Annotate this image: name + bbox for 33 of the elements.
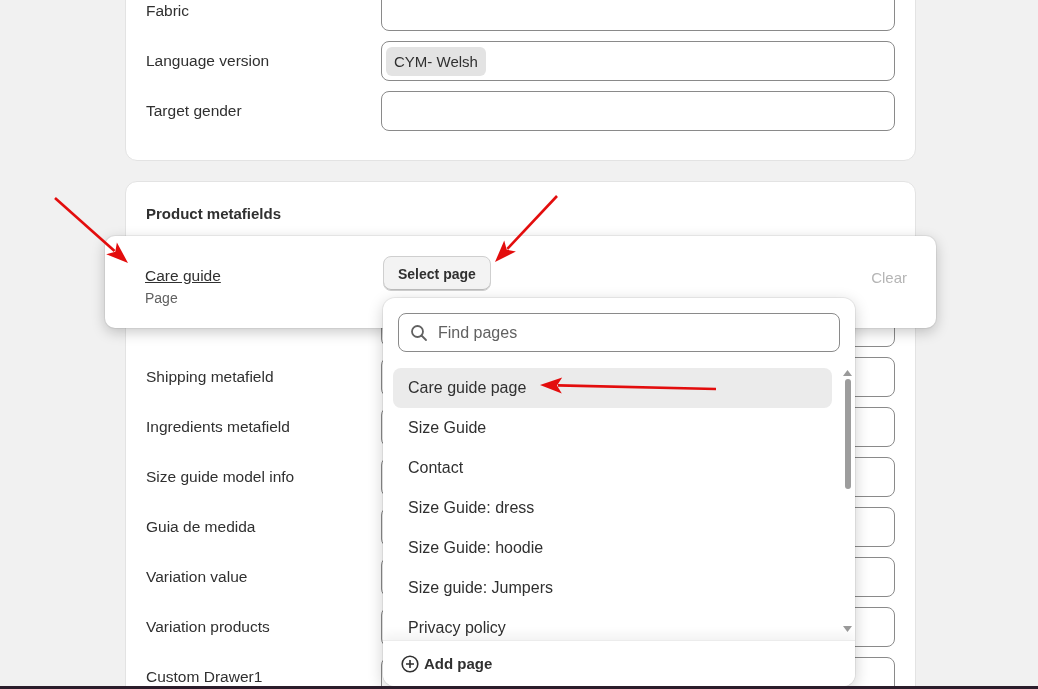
search-icon <box>410 324 428 342</box>
field-label: Language version <box>146 52 271 70</box>
field-label: Custom Drawer1 <box>146 668 264 686</box>
page-option[interactable]: Size Guide <box>393 408 832 448</box>
add-page-button[interactable]: Add page <box>401 654 493 673</box>
input-field[interactable] <box>381 91 895 131</box>
metafield-link[interactable]: Care guide <box>145 266 221 286</box>
input-field[interactable]: CYM- Welsh <box>381 41 895 81</box>
scrollbar[interactable] <box>843 370 852 632</box>
annotation-arrow <box>495 195 558 262</box>
input-field[interactable] <box>381 0 895 31</box>
page-option[interactable]: Size Guide: dress <box>393 488 832 528</box>
field-label: Fabric <box>146 2 191 20</box>
select-page-button[interactable]: Select page <box>383 256 491 291</box>
field-label: Shipping metafield <box>146 368 275 386</box>
page-option[interactable]: Care guide page <box>393 368 832 408</box>
field-label: Guia de medida <box>146 518 257 536</box>
scroll-up-icon[interactable] <box>843 370 852 376</box>
scroll-down-icon[interactable] <box>843 626 852 632</box>
metafield-type: Page <box>145 290 178 306</box>
page-option[interactable]: Size guide: Jumpers <box>393 568 832 608</box>
field-label: Size guide model info <box>146 468 296 486</box>
field-label: Variation products <box>146 618 271 636</box>
language-tag: CYM- Welsh <box>386 46 486 76</box>
field-label: Target gender <box>146 102 243 120</box>
section-title: Product metafields <box>146 204 283 224</box>
page-option[interactable]: Privacy policy <box>393 608 832 640</box>
search-field[interactable]: Find pages <box>398 313 840 352</box>
page-option[interactable]: Size Guide: hoodie <box>393 528 832 568</box>
plus-circle-icon <box>401 654 419 673</box>
page-option[interactable]: Contact <box>393 448 832 488</box>
field-label: Ingredients metafield <box>146 418 291 436</box>
field-label: Variation value <box>146 568 249 586</box>
